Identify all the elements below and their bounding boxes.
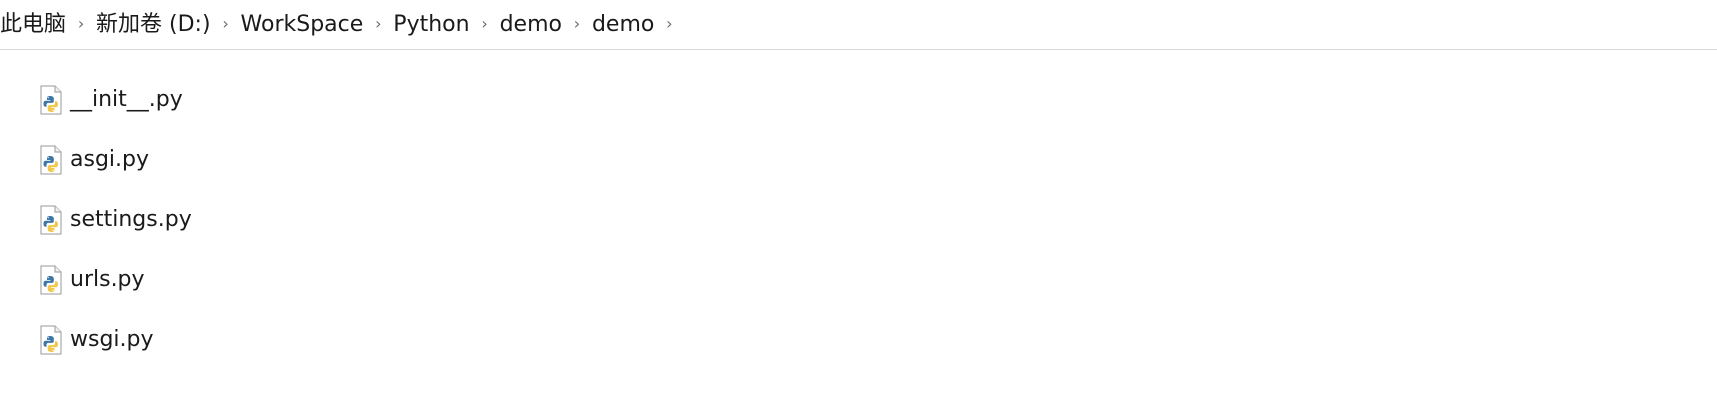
breadcrumb-item-demo-current[interactable]: demo — [592, 12, 654, 38]
file-item[interactable]: urls.py — [40, 260, 155, 300]
file-name: settings.py — [70, 207, 192, 232]
file-item[interactable]: wsgi.py — [40, 320, 164, 360]
python-file-icon — [40, 325, 62, 355]
chevron-right-icon[interactable]: › — [562, 15, 592, 32]
file-name: wsgi.py — [70, 327, 154, 352]
breadcrumb-item-drive-d[interactable]: 新加卷 (D:) — [96, 12, 211, 38]
python-file-icon — [40, 145, 62, 175]
breadcrumb-item-workspace[interactable]: WorkSpace — [241, 12, 364, 38]
file-list: __init__.py asgi.py settings.py urls.py … — [0, 70, 1717, 400]
file-item[interactable]: settings.py — [40, 200, 202, 240]
breadcrumb: 此电脑 › 新加卷 (D:) › WorkSpace › Python › de… — [0, 0, 1717, 50]
python-file-icon — [40, 85, 62, 115]
breadcrumb-item-demo[interactable]: demo — [500, 12, 562, 38]
chevron-right-icon[interactable]: › — [470, 15, 500, 32]
chevron-right-icon[interactable]: › — [211, 15, 241, 32]
chevron-right-icon[interactable]: › — [654, 15, 684, 32]
file-item[interactable]: asgi.py — [40, 140, 159, 180]
file-name: asgi.py — [70, 147, 149, 172]
file-item[interactable]: __init__.py — [40, 80, 193, 120]
python-file-icon — [40, 265, 62, 295]
file-name: __init__.py — [70, 87, 183, 112]
python-file-icon — [40, 205, 62, 235]
chevron-right-icon[interactable]: › — [363, 15, 393, 32]
breadcrumb-item-this-pc[interactable]: 此电脑 — [0, 12, 66, 38]
chevron-right-icon[interactable]: › — [66, 15, 96, 32]
file-name: urls.py — [70, 267, 145, 292]
breadcrumb-item-python[interactable]: Python — [393, 12, 469, 38]
